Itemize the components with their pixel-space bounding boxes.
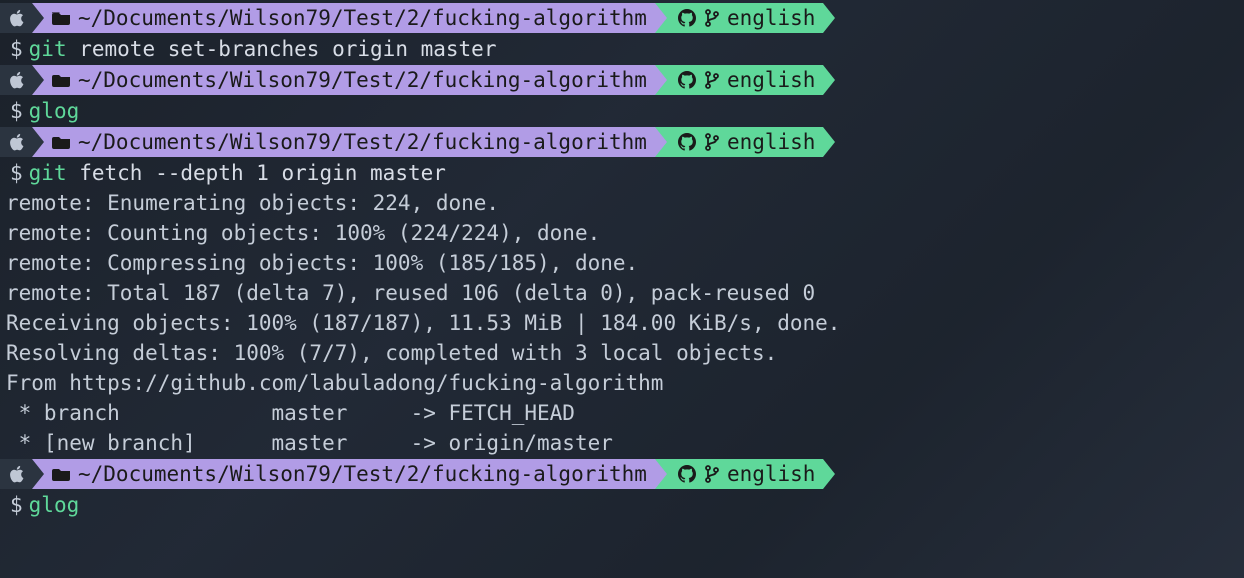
output-line: Resolving deltas: 100% (7/7), completed … [0, 338, 1244, 368]
branch-name: english [727, 127, 816, 157]
output-line: remote: Compressing objects: 100% (185/1… [0, 248, 1244, 278]
terminal[interactable]: ~/Documents/Wilson79/Test/2/fucking-algo… [0, 0, 1244, 520]
cwd-path: ~/Documents/Wilson79/Test/2/fucking-algo… [78, 459, 647, 489]
command-glog: glog [29, 96, 80, 126]
apple-icon [10, 133, 26, 151]
branch-icon [705, 133, 719, 151]
output-line: remote: Counting objects: 100% (224/224)… [0, 218, 1244, 248]
github-icon [677, 133, 697, 151]
folder-icon [52, 135, 72, 149]
os-segment [0, 3, 32, 33]
command-line[interactable]: $ git fetch --depth 1 origin master [0, 158, 1244, 188]
cwd-path: ~/Documents/Wilson79/Test/2/fucking-algo… [78, 3, 647, 33]
branch-name: english [727, 65, 816, 95]
command-git: git [29, 34, 67, 64]
path-segment: ~/Documents/Wilson79/Test/2/fucking-algo… [32, 459, 655, 489]
branch-name: english [727, 3, 816, 33]
git-segment: english [655, 3, 824, 33]
output-line: remote: Total 187 (delta 7), reused 106 … [0, 278, 1244, 308]
os-segment [0, 127, 32, 157]
prompt-symbol: $ [10, 490, 23, 520]
output-line: remote: Enumerating objects: 224, done. [0, 188, 1244, 218]
path-segment: ~/Documents/Wilson79/Test/2/fucking-algo… [32, 127, 655, 157]
folder-icon [52, 73, 72, 87]
prompt-row: ~/Documents/Wilson79/Test/2/fucking-algo… [0, 127, 1244, 157]
branch-icon [705, 71, 719, 89]
os-segment [0, 65, 32, 95]
command-git: git [29, 158, 67, 188]
folder-icon [52, 467, 72, 481]
command-args: fetch --depth 1 origin master [67, 158, 446, 188]
prompt-symbol: $ [10, 96, 23, 126]
command-glog: glog [29, 490, 80, 520]
apple-icon [10, 9, 26, 27]
command-line[interactable]: $ glog [0, 96, 1244, 126]
output-line: * branch master -> FETCH_HEAD [0, 398, 1244, 428]
branch-icon [705, 465, 719, 483]
git-segment: english [655, 127, 824, 157]
cwd-path: ~/Documents/Wilson79/Test/2/fucking-algo… [78, 127, 647, 157]
command-line[interactable]: $ git remote set-branches origin master [0, 34, 1244, 64]
prompt-symbol: $ [10, 34, 23, 64]
branch-name: english [727, 459, 816, 489]
command-args: remote set-branches origin master [67, 34, 497, 64]
cwd-path: ~/Documents/Wilson79/Test/2/fucking-algo… [78, 65, 647, 95]
path-segment: ~/Documents/Wilson79/Test/2/fucking-algo… [32, 3, 655, 33]
output-line: From https://github.com/labuladong/fucki… [0, 368, 1244, 398]
os-segment [0, 459, 32, 489]
output-line: Receiving objects: 100% (187/187), 11.53… [0, 308, 1244, 338]
github-icon [677, 71, 697, 89]
branch-icon [705, 9, 719, 27]
command-line[interactable]: $ glog [0, 490, 1244, 520]
prompt-symbol: $ [10, 158, 23, 188]
git-segment: english [655, 459, 824, 489]
path-segment: ~/Documents/Wilson79/Test/2/fucking-algo… [32, 65, 655, 95]
github-icon [677, 465, 697, 483]
prompt-row: ~/Documents/Wilson79/Test/2/fucking-algo… [0, 65, 1244, 95]
apple-icon [10, 465, 26, 483]
prompt-row: ~/Documents/Wilson79/Test/2/fucking-algo… [0, 3, 1244, 33]
git-segment: english [655, 65, 824, 95]
folder-icon [52, 11, 72, 25]
output-line: * [new branch] master -> origin/master [0, 428, 1244, 458]
prompt-row: ~/Documents/Wilson79/Test/2/fucking-algo… [0, 459, 1244, 489]
github-icon [677, 9, 697, 27]
apple-icon [10, 71, 26, 89]
